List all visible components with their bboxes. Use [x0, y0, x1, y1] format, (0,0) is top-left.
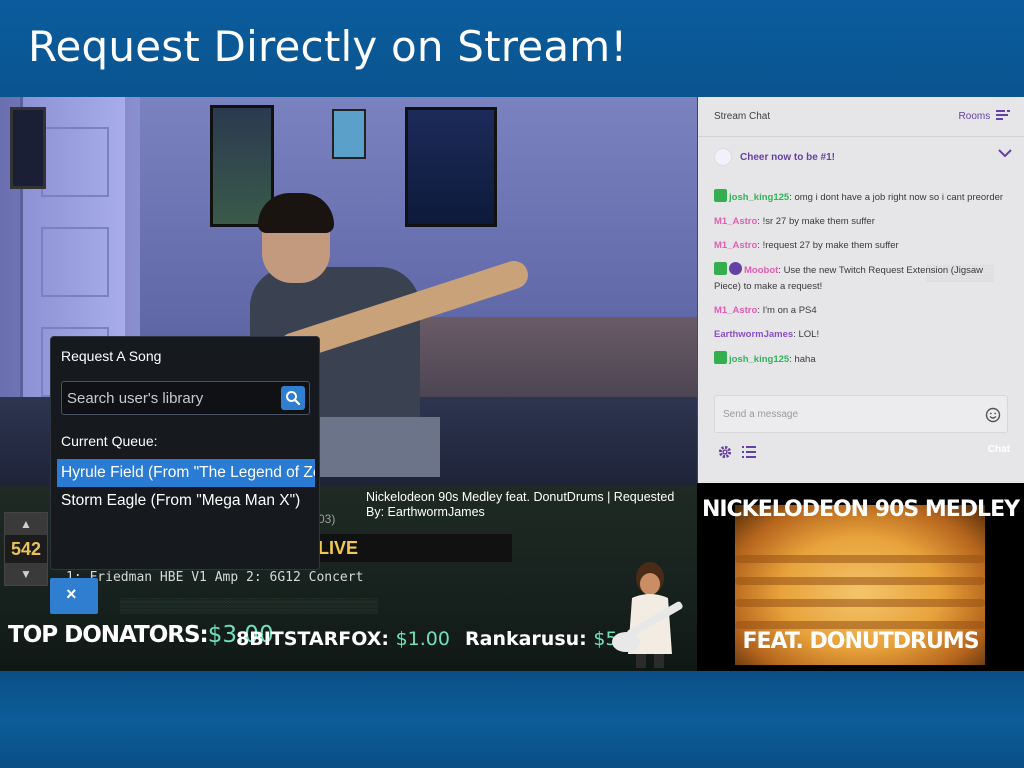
donator-name: Rankarusu:: [465, 628, 587, 650]
chat-text: : !request 27 by make them suffer: [757, 240, 899, 251]
banner-title: Request Directly on Stream!: [28, 22, 628, 71]
chat-text: : haha: [789, 354, 816, 365]
footer-band: [0, 671, 1024, 768]
chat-username[interactable]: M1_Astro: [714, 240, 757, 251]
chat-message: Moobot: Use the new Twitch Request Exten…: [714, 262, 1010, 295]
request-panel-title: Request A Song: [61, 348, 162, 364]
timecode: 03): [318, 512, 336, 526]
close-panel-button[interactable]: ×: [50, 578, 98, 614]
chat-username[interactable]: josh_king125: [729, 354, 789, 365]
now-playing: Nickelodeon 90s Medley feat. DonutDrums …: [366, 490, 696, 526]
chat-text: : !sr 27 by make them suffer: [757, 216, 875, 227]
queue-label: Current Queue:: [61, 433, 158, 449]
chat-text: : omg i dont have a job right now so i c…: [789, 192, 1004, 203]
artwork-stripe: [735, 599, 985, 607]
library-search-input[interactable]: [62, 382, 272, 414]
chat-message: josh_king125: omg i dont have a job righ…: [714, 189, 1010, 206]
chat-username[interactable]: josh_king125: [729, 192, 789, 203]
cheer-banner[interactable]: Cheer now to be #1!: [698, 138, 1024, 178]
search-button[interactable]: [281, 386, 305, 410]
gear-icon[interactable]: [718, 445, 732, 459]
medley-subtitle: FEAT. DONUTDRUMS: [742, 629, 979, 654]
chat-message-input[interactable]: [715, 396, 975, 432]
artwork-stripe: [735, 577, 985, 585]
donator-name: 8BITSTARFOX:: [236, 628, 389, 650]
queue-list: Hyrule Field (From "The Legend of Zelda"…: [57, 459, 315, 515]
door-panel: [41, 127, 109, 197]
wall-frame: [10, 107, 46, 189]
now-playing-title: Nickelodeon 90s Medley feat. DonutDrums …: [366, 490, 675, 504]
live-label: LIVE: [318, 538, 359, 558]
donator-entry: Rankarusu: $5.: [465, 628, 624, 650]
chat-username[interactable]: EarthwormJames: [714, 329, 793, 340]
chat-input-box: [714, 395, 1008, 433]
chat-text: : I'm on a PS4: [757, 305, 817, 316]
now-playing-requester: By: EarthwormJames: [366, 505, 485, 519]
request-counter: ▲ 542 ▼: [4, 512, 48, 586]
counter-down-icon[interactable]: ▼: [5, 563, 47, 585]
chat-username[interactable]: M1_Astro: [714, 305, 757, 316]
chat-message: M1_Astro: !request 27 by make them suffe…: [714, 238, 1010, 254]
medley-title: NICKELODEON 90S MEDLEY: [701, 497, 1020, 522]
rooms-icon: [996, 110, 1010, 120]
wall-poster: [332, 109, 366, 159]
live-strip: LIVE: [300, 534, 512, 562]
chat-message: M1_Astro: I'm on a PS4: [714, 303, 1010, 319]
queue-item[interactable]: Storm Eagle (From "Mega Man X"): [57, 487, 315, 515]
search-icon: [286, 391, 301, 406]
chat-title: Stream Chat: [714, 111, 771, 122]
list-icon[interactable]: [742, 446, 756, 458]
banner: Request Directly on Stream!: [0, 0, 1024, 97]
door-panel: [41, 227, 109, 297]
guitarist-mascot-icon: [612, 562, 683, 668]
sword-badge-icon: [714, 351, 727, 364]
chat-text: : LOL!: [793, 329, 820, 340]
donator-amount: $1.00: [395, 628, 450, 650]
verified-badge-icon: [729, 262, 742, 275]
ticker-label: TOP DONATORS:$3.00: [8, 622, 274, 648]
chat-username[interactable]: Moobot: [744, 265, 778, 276]
counter-value: 542: [5, 535, 47, 563]
sword-badge-icon: [714, 189, 727, 202]
donator-ticker: TOP DONATORS:$3.00 8BITSTARFOX: $1.00 Ra…: [0, 614, 697, 666]
queue-item[interactable]: Hyrule Field (From "The Legend of Zelda"…: [57, 459, 315, 487]
cheer-text: Cheer now to be #1!: [740, 152, 836, 163]
amp-info: 1: Friedman HBE V1 Amp 2: 6G12 Concert: [66, 570, 364, 585]
request-song-panel: Request A Song Current Queue: Hyrule Fie…: [50, 336, 320, 570]
medley-art-card: NICKELODEON 90S MEDLEY FEAT. DONUTDRUMS: [697, 483, 1024, 671]
chevron-down-icon[interactable]: [998, 148, 1012, 158]
chat-header: Stream Chat Rooms: [698, 97, 1024, 137]
rooms-button[interactable]: Rooms: [959, 110, 1010, 122]
overlay-background-decoration: ▒▒▒▒▒▒▒▒▒▒▒▒▒▒▒▒▒▒▒▒▒▒▒▒▒▒: [120, 597, 378, 613]
artwork-stripe: [735, 555, 985, 563]
library-search: [61, 381, 310, 415]
sword-badge-icon: [714, 262, 727, 275]
artwork-stripe: [735, 621, 985, 629]
close-icon: ×: [66, 584, 77, 604]
chat-messages: josh_king125: omg i dont have a job righ…: [714, 189, 1010, 376]
chat-message: josh_king125: haha: [714, 351, 1010, 368]
emoji-icon[interactable]: [985, 407, 1001, 423]
chat-username[interactable]: M1_Astro: [714, 216, 757, 227]
stream-chat: ▒▒▒▒▒▒ Stream Chat Rooms Cheer now to be…: [698, 97, 1024, 483]
rooms-label: Rooms: [958, 111, 991, 122]
counter-up-icon[interactable]: ▲: [5, 513, 47, 535]
donator-entry: 8BITSTARFOX: $1.00: [236, 628, 450, 650]
chat-message: M1_Astro: !sr 27 by make them suffer: [714, 214, 1010, 230]
chat-message: EarthwormJames: LOL!: [714, 327, 1010, 343]
wall-poster: [405, 107, 497, 227]
ticker-label-text: TOP DONATORS:: [8, 622, 209, 648]
chat-send-button[interactable]: Chat: [988, 444, 1010, 455]
cheer-icon: [714, 148, 732, 166]
